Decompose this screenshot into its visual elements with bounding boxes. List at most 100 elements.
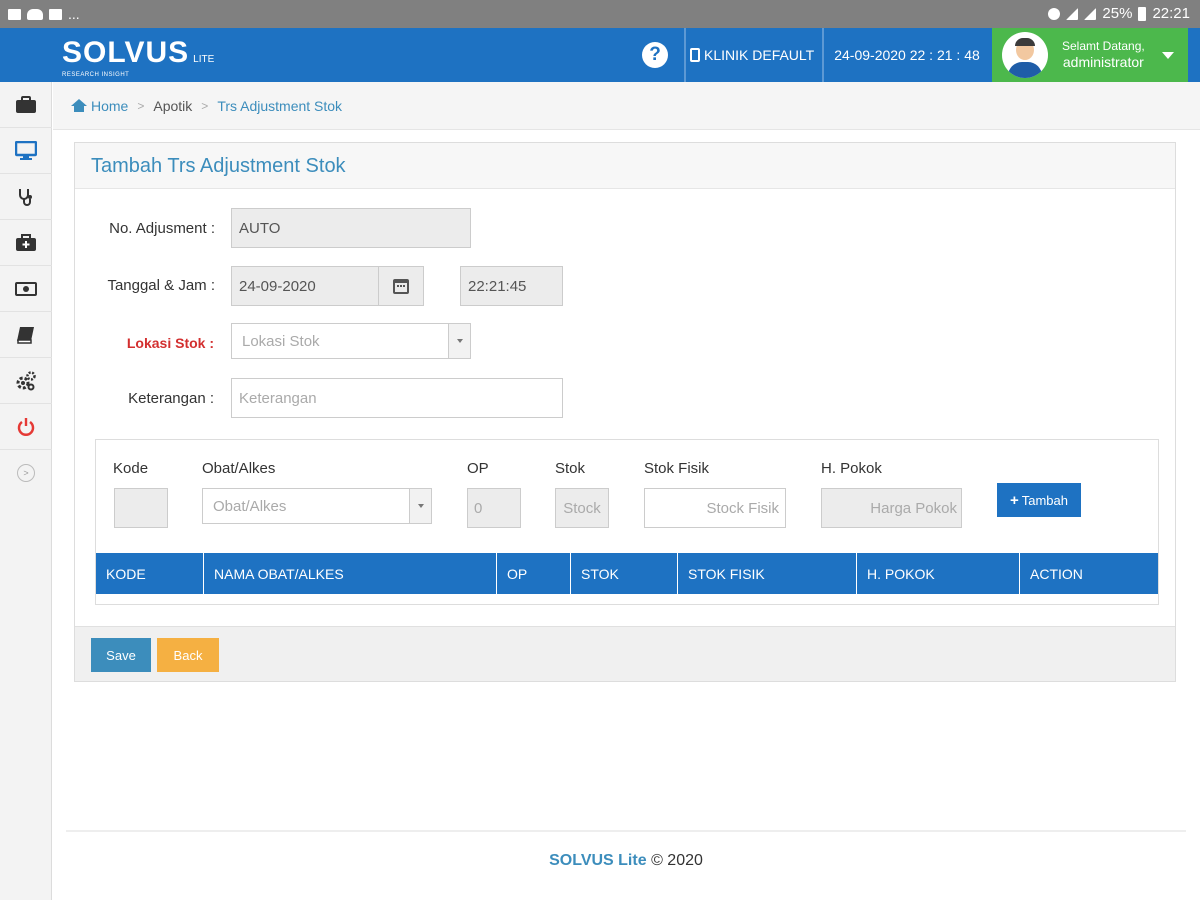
no-adjusment-label: No. Adjusment : bbox=[109, 220, 215, 237]
avatar bbox=[1002, 32, 1048, 78]
signal-icon bbox=[1084, 7, 1097, 20]
briefcase-icon bbox=[16, 95, 36, 113]
sidebar: > bbox=[0, 82, 52, 900]
table-header: KODE NAMA OBAT/ALKES OP STOK STOK FISIK … bbox=[96, 553, 1158, 594]
stethoscope-icon bbox=[19, 188, 32, 206]
chevron-right-icon: > bbox=[137, 98, 145, 113]
clinic-name: KLINIK DEFAULT bbox=[704, 47, 815, 63]
form-card: Tambah Trs Adjustment Stok No. Adjusment… bbox=[74, 142, 1176, 682]
breadcrumb-home-label: Home bbox=[91, 97, 129, 114]
brand-sub: LITE bbox=[193, 54, 215, 65]
status-time: 22:21 bbox=[1152, 5, 1190, 22]
sidebar-item-book[interactable] bbox=[0, 312, 52, 358]
obat-alkes-label: Obat/Alkes bbox=[202, 460, 276, 477]
sidebar-item-logout[interactable] bbox=[0, 404, 52, 450]
date-picker-button[interactable] bbox=[378, 266, 424, 306]
user-menu[interactable]: Selamt Datang, administrator bbox=[992, 28, 1188, 82]
wifi-icon bbox=[1066, 7, 1079, 20]
help-icon: ? bbox=[642, 42, 668, 68]
lokasi-stok-placeholder: Lokasi Stok bbox=[242, 332, 320, 350]
clinic-selector[interactable]: KLINIK DEFAULT bbox=[686, 28, 821, 82]
tambah-button[interactable]: + Tambah bbox=[997, 483, 1081, 517]
cogs-icon bbox=[16, 370, 36, 390]
obat-alkes-select[interactable]: Obat/Alkes bbox=[202, 488, 432, 524]
sidebar-item-settings[interactable] bbox=[0, 358, 52, 404]
kode-label: Kode bbox=[113, 460, 149, 477]
stok-fisik-label: Stok Fisik bbox=[644, 460, 710, 477]
header-datetime: 24-09-2020 22 : 21 : 48 bbox=[834, 47, 980, 63]
page-title: Tambah Trs Adjustment Stok bbox=[91, 155, 346, 177]
footer-copyright: © 2020 bbox=[651, 852, 703, 869]
column-stok: STOK bbox=[571, 553, 678, 594]
help-button[interactable]: ? bbox=[638, 38, 670, 70]
column-stok-fisik: STOK FISIK bbox=[678, 553, 857, 594]
money-icon bbox=[15, 281, 37, 296]
tanggal-jam-label: Tanggal & Jam : bbox=[107, 277, 215, 294]
column-action: ACTION bbox=[1030, 565, 1083, 582]
greeting: Selamt Datang, bbox=[1062, 39, 1145, 53]
app-header: SOLVUS LITE RESEARCH INSIGHT ? KLINIK DEF… bbox=[0, 28, 1200, 82]
breadcrumb-home[interactable]: Home bbox=[71, 98, 128, 114]
collapse-sidebar-icon[interactable]: > bbox=[17, 464, 35, 482]
column-op: OP bbox=[497, 553, 571, 594]
footer-divider bbox=[66, 830, 1186, 832]
sidebar-item-money[interactable] bbox=[0, 266, 52, 312]
column-nama-obat: NAMA OBAT/ALKES bbox=[204, 553, 497, 594]
battery-level: 25% bbox=[1102, 5, 1133, 22]
home-icon bbox=[71, 99, 87, 112]
breadcrumb: Home > Apotik > Trs Adjustment Stok bbox=[53, 82, 1200, 130]
sidebar-item-medkit[interactable] bbox=[0, 220, 52, 266]
op-field[interactable]: 0 bbox=[467, 488, 521, 528]
clipboard-icon bbox=[690, 48, 700, 62]
column-h-pokok: H. POKOK bbox=[857, 553, 1020, 594]
obat-alkes-placeholder: Obat/Alkes bbox=[213, 497, 287, 515]
time-field[interactable]: 22:21:45 bbox=[460, 266, 563, 306]
sidebar-item-monitor[interactable] bbox=[0, 128, 52, 174]
card-footer: Save Back bbox=[75, 626, 1175, 681]
status-more: ... bbox=[68, 6, 80, 22]
brand-logo[interactable]: SOLVUS LITE RESEARCH INSIGHT bbox=[62, 36, 215, 78]
stok-label: Stok bbox=[555, 460, 586, 477]
keterangan-label: Keterangan : bbox=[128, 390, 214, 407]
cloud-icon bbox=[27, 8, 43, 20]
battery-icon bbox=[1138, 6, 1147, 21]
lokasi-stok-label: Lokasi Stok : bbox=[126, 335, 214, 351]
kode-field[interactable] bbox=[114, 488, 168, 528]
book-icon bbox=[17, 326, 34, 344]
keterangan-input[interactable]: Keterangan bbox=[231, 378, 563, 418]
brand-tagline: RESEARCH INSIGHT bbox=[62, 72, 130, 78]
caret-down-icon bbox=[409, 489, 431, 523]
h-pokok-label: H. Pokok bbox=[821, 460, 882, 477]
page-footer: SOLVUS Lite © 2020 bbox=[0, 852, 1200, 870]
tambah-label: Tambah bbox=[1021, 492, 1068, 508]
column-kode: KODE bbox=[96, 553, 204, 594]
footer-brand[interactable]: SOLVUS Lite bbox=[549, 852, 647, 869]
h-pokok-field[interactable]: Harga Pokok bbox=[821, 488, 962, 528]
caret-down-icon bbox=[1162, 52, 1174, 59]
power-icon bbox=[17, 417, 35, 436]
sidebar-item-briefcase[interactable] bbox=[0, 82, 52, 128]
lokasi-stok-select[interactable]: Lokasi Stok bbox=[231, 323, 471, 359]
alarm-icon bbox=[1048, 7, 1061, 20]
no-adjusment-field[interactable]: AUTO bbox=[231, 208, 471, 248]
date-field[interactable]: 24-09-2020 bbox=[231, 266, 379, 306]
breadcrumb-current: Trs Adjustment Stok bbox=[217, 97, 343, 114]
medkit-icon bbox=[16, 233, 36, 251]
save-button[interactable]: Save bbox=[91, 638, 151, 672]
user-info: Selamt Datang, administrator bbox=[1062, 38, 1145, 70]
stok-fisik-input[interactable]: Stock Fisik bbox=[644, 488, 786, 528]
status-bar: ... 25% 22:21 bbox=[0, 0, 1200, 28]
caret-down-icon bbox=[448, 324, 470, 358]
op-label: OP bbox=[467, 460, 489, 477]
breadcrumb-apotik[interactable]: Apotik bbox=[153, 98, 192, 114]
calendar-icon bbox=[393, 278, 409, 294]
username: administrator bbox=[1062, 54, 1144, 70]
image-icon bbox=[8, 8, 21, 20]
monitor-icon bbox=[15, 140, 37, 160]
stok-field[interactable]: Stock bbox=[555, 488, 609, 528]
media-icon bbox=[49, 8, 62, 20]
card-header: Tambah Trs Adjustment Stok bbox=[75, 143, 1175, 189]
back-button[interactable]: Back bbox=[157, 638, 219, 672]
brand-name: SOLVUS bbox=[62, 36, 190, 69]
sidebar-item-stethoscope[interactable] bbox=[0, 174, 52, 220]
